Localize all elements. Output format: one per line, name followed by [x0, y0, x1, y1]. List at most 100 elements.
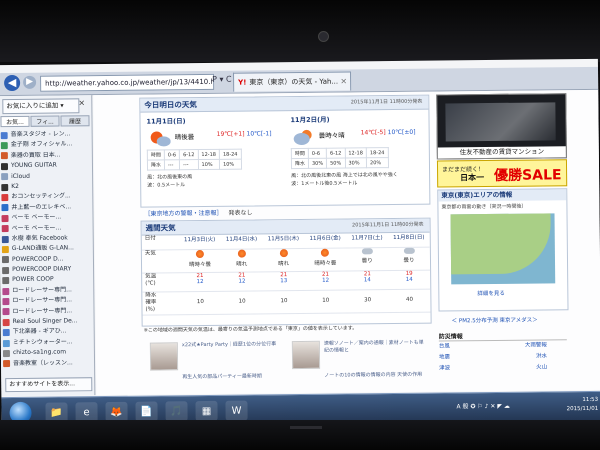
news-link[interactable]: ノートの10の情報の情報の内容 天使の作用 — [324, 372, 424, 380]
low-temp: 14 — [405, 276, 413, 283]
table-cell: 20% — [366, 157, 389, 168]
news-link[interactable]: 速報ソノート／案内の通報｜素材ノートも単紀の情報と — [324, 340, 424, 355]
forward-button[interactable]: ▶ — [23, 75, 37, 89]
warning-link[interactable]: ［東京地方の警報・注意報］ — [144, 210, 222, 218]
sun-icon — [279, 249, 288, 258]
favicon-icon — [2, 329, 10, 337]
precip-cell: 40 — [405, 296, 413, 303]
weather-cell: 曇り — [346, 248, 388, 270]
day-date: 11月2日(月) — [290, 115, 330, 125]
day-forecast-today: 11月1日(日) 晴後曇 19℃[+1] 10℃[-1] 時間 0-6 6-12 12… — [146, 114, 285, 203]
taskbar-app-button[interactable]: 📄 — [135, 401, 158, 422]
favorite-label: 金子剛 オフィシャル... — [10, 140, 73, 149]
table-cell: 降水 — [291, 158, 309, 169]
system-tray[interactable]: A 般 ✪ ⚐ ♪ ✕ ◤ ☁ — [456, 401, 509, 411]
favicon-icon — [2, 297, 10, 306]
suggested-sites-button[interactable]: おすすめサイトを表示... — [5, 377, 93, 393]
favicon-icon — [1, 214, 9, 222]
sidebar-close-icon[interactable]: × — [78, 98, 85, 107]
favicon-icon — [2, 349, 10, 358]
temp-cell: 21 13 — [263, 272, 305, 290]
weather-cell: 晴れ — [263, 249, 305, 271]
favorite-label: G-LAND通販 G-LAN... — [11, 244, 74, 253]
ad-caption: 住友不動産の賃貸マンション — [437, 146, 566, 159]
news-thumbnail[interactable] — [291, 340, 321, 370]
favorite-label: POWER COOP — [12, 276, 54, 284]
tab-close-icon[interactable]: × — [340, 72, 347, 90]
cloud-sun-icon — [293, 129, 312, 145]
news-link[interactable]: x22式★Party Party｜経歴1位の分位行事 — [182, 341, 282, 349]
news-link[interactable]: 再生人気の部品パーティー最新時期 — [182, 373, 282, 381]
temperatures: 19℃[+1] 10℃[-1] — [216, 130, 272, 138]
weekly-grid: 日付 11月3日(火) 11月4日(水) 11月5日(木) 11月6日(金) 11月7日(… — [141, 232, 431, 316]
sale-text: 優勝SALE — [494, 167, 562, 184]
temperatures: 14℃[-5] 10℃[±0] — [360, 128, 416, 137]
date-cell: 11月5日(木) — [267, 236, 300, 243]
table-cell: --- — [164, 159, 180, 170]
disaster-link[interactable]: 洪水 — [536, 351, 547, 362]
weather-text: 晴れ — [278, 261, 290, 268]
favorite-item[interactable]: 音楽教室（レッスン... — [3, 358, 92, 369]
favicon-icon — [2, 339, 10, 347]
weather-text: 曇り — [361, 258, 373, 265]
tab-feeds[interactable]: フィ... — [30, 115, 60, 127]
favorite-label: ロードレーサー専門... — [12, 307, 73, 315]
favorites-list: 音楽スタジオ - レン... 金子剛 オフィシャル... 楽器の買取 日本... YO… — [0, 129, 92, 369]
disaster-link[interactable]: 火山 — [536, 362, 547, 373]
weather-cell: 曇り — [388, 247, 430, 270]
yahoo-icon: Y! — [238, 78, 247, 87]
tab-history[interactable]: 履歴 — [60, 115, 90, 127]
cloud-icon — [361, 248, 373, 255]
news-thumbnail[interactable] — [149, 342, 179, 371]
day-date: 11月1日(日) — [146, 117, 186, 126]
precip-cell: 30 — [364, 297, 372, 304]
favorite-label: 水樹 奉気 Facebook — [11, 234, 68, 242]
table-cell: 時間 — [147, 149, 165, 161]
favorite-label: POWERCOOP DIARY — [12, 265, 72, 274]
map-detail-link[interactable]: 詳細を見る — [477, 289, 505, 297]
news-area: x22式★Party Party｜経歴1位の分位行事 速報ソノート／案内の通報｜… — [142, 336, 431, 395]
table-cell: 降水 — [147, 159, 165, 171]
warning-status: 発表なし — [228, 209, 253, 217]
weekly-note: ※この地域の週間天気の気温は、最寄りの気温予測地点である「東京」の値を表示してい… — [143, 325, 358, 334]
table-cell: 10% — [197, 159, 220, 170]
area-links[interactable]: ＜ PM2.5分布予測 東京アメダス＞ — [452, 316, 538, 325]
favorite-label: Real Soul Singer De... — [12, 317, 78, 326]
date-cell: 11月3日(火) — [183, 236, 216, 244]
sale-banner[interactable]: まだまだ続く！ 日本一 優勝SALE — [436, 159, 568, 188]
favorite-label: 音楽スタジオ - レン... — [10, 130, 71, 139]
temp-cell: 21 12 — [221, 272, 263, 290]
favorite-label: 井上藍一のエレキベ... — [11, 203, 72, 211]
wind-wave: 風：北の風後北東の風 海上では北の風やや強く 波：1メートル後0.5メートル — [291, 171, 398, 188]
weather-page: 今日明日の天気 2015年11月1日 11時00分発表 11月1日(日) 晴後曇 … — [93, 89, 600, 396]
favorite-label: 楽器の買取 日本... — [10, 151, 61, 159]
disaster-link[interactable]: 地震 — [439, 352, 450, 363]
low-temp: 12 — [238, 278, 246, 285]
taskbar-app-button[interactable]: 🎵 — [165, 401, 188, 422]
rain-radar-map[interactable] — [450, 213, 556, 285]
table-cell: 18-24 — [219, 149, 242, 160]
back-button[interactable]: ◀ — [4, 74, 21, 92]
favicon-icon — [0, 142, 8, 150]
address-bar[interactable]: http://weather.yahoo.co.jp/weather/jp/13… — [40, 73, 215, 92]
sale-brand: 日本一 — [460, 173, 485, 183]
disaster-link[interactable]: 大雨警報 — [525, 340, 547, 351]
tab-weather[interactable]: Y! 東京（東京）の天気 - Yah... × — [233, 71, 352, 92]
favorite-label: 下北楽器 - ギアひ... — [12, 327, 67, 336]
disaster-link[interactable]: 津波 — [439, 363, 450, 374]
date-cell: 11月7日(土) — [351, 235, 383, 242]
weather-cell: 晴時々曇 — [304, 248, 346, 271]
taskbar-app-button[interactable]: W — [225, 400, 248, 421]
timestamp: 2015年11月1日 11時00分発表 — [350, 98, 423, 106]
clock[interactable]: 11:53 2015/11/01 — [566, 396, 599, 414]
area-info-panel: 東京(東京)エリアの情報 東京都の雨雲の動き（実況一時間後） 詳細を見る — [437, 188, 569, 312]
tab-favorites[interactable]: お気... — [0, 115, 30, 128]
taskbar-app-button[interactable]: 🦊 — [105, 401, 128, 423]
weekly-row: 天気 晴時々曇 晴れ 晴れ 晴時々曇 曇り 曇り — [141, 247, 431, 274]
disaster-link[interactable]: 台風 — [439, 341, 450, 352]
date-cell: 11月6日(金) — [309, 235, 341, 242]
realestate-ad[interactable]: 住友不動産の賃貸マンション — [436, 93, 567, 160]
taskbar-app-button[interactable]: ▦ — [195, 400, 218, 422]
favicon-icon — [2, 277, 10, 285]
add-favorites-button[interactable]: お気に入りに追加 ▾ — [2, 98, 80, 115]
